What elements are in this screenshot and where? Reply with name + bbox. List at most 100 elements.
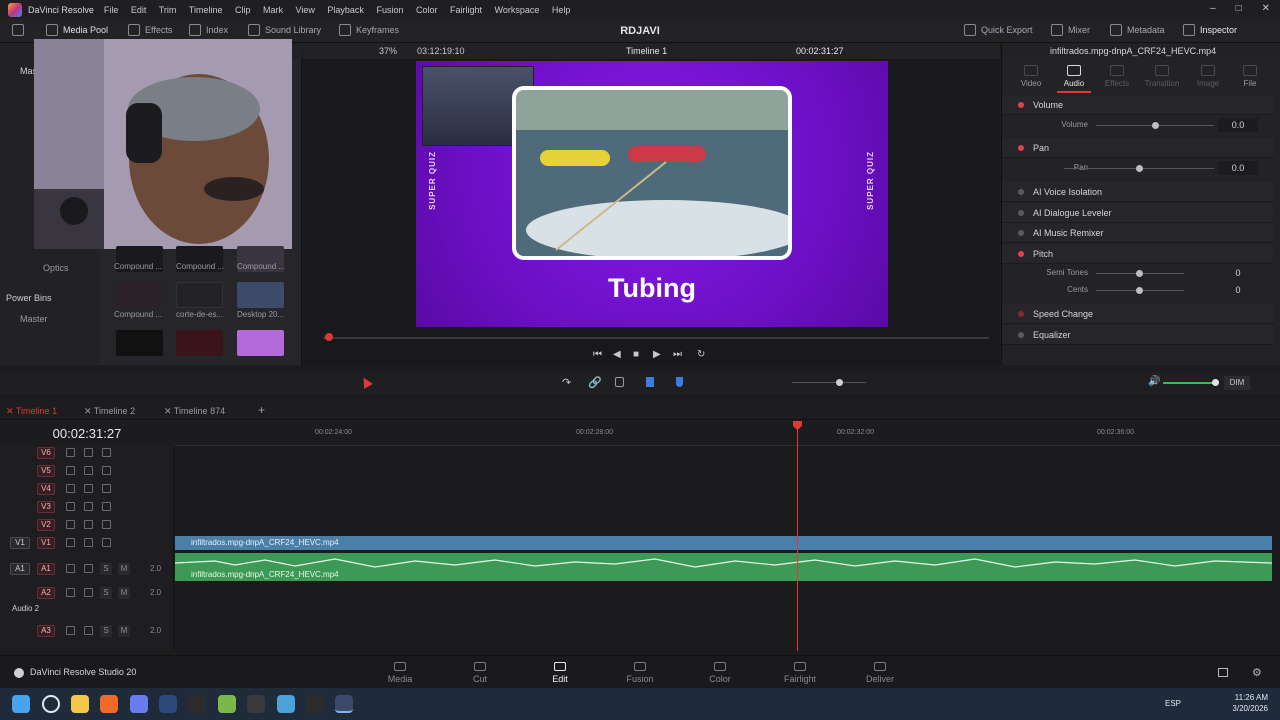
snapping-icon[interactable]: ↷ <box>562 376 571 389</box>
maximize-icon[interactable]: □ <box>1236 3 1242 14</box>
solo-button[interactable]: S <box>100 563 112 575</box>
marker-icon[interactable] <box>676 377 683 387</box>
semitones-value[interactable]: 0 <box>1218 266 1258 280</box>
menu-workspace[interactable]: Workspace <box>495 5 540 15</box>
menu-clip[interactable]: Clip <box>235 5 251 15</box>
auto-select-icon[interactable] <box>84 520 93 529</box>
page-color[interactable]: Color <box>680 658 760 688</box>
tab-transition[interactable]: Transition <box>1139 65 1185 88</box>
mute-button[interactable]: M <box>118 587 130 599</box>
track-name-v1[interactable]: V1 <box>37 537 55 549</box>
input-language[interactable]: ESP <box>1165 699 1181 708</box>
source-patch-a1[interactable]: A1 <box>10 563 30 575</box>
lock-track-icon[interactable] <box>66 502 75 511</box>
file-explorer-icon[interactable] <box>71 695 89 713</box>
stop-button[interactable]: ■ <box>633 349 639 360</box>
auto-select-icon[interactable] <box>84 466 93 475</box>
sound-library-button[interactable]: Sound Library <box>248 24 321 36</box>
track-name-a2[interactable]: A2 <box>37 587 55 599</box>
keyframes-button[interactable]: Keyframes <box>339 24 399 36</box>
volume-value[interactable]: 0.0 <box>1218 118 1258 132</box>
audio-clip-a1[interactable]: infiltrados.mpg-dnpA_CRF24_HEVC.mp4 <box>175 553 1272 581</box>
mute-button[interactable]: M <box>118 625 130 637</box>
menu-edit[interactable]: Edit <box>131 5 147 15</box>
xbox-app-icon[interactable] <box>218 695 236 713</box>
menu-help[interactable]: Help <box>552 5 571 15</box>
index-button[interactable]: Index <box>189 24 228 36</box>
solo-button[interactable]: S <box>100 625 112 637</box>
page-fairlight[interactable]: Fairlight <box>760 658 840 688</box>
track-name-a3[interactable]: A3 <box>37 625 55 637</box>
add-timeline-tab-button[interactable]: + <box>258 403 265 417</box>
dim-button[interactable]: DIM <box>1224 376 1250 390</box>
expand-panel-button[interactable] <box>12 24 24 36</box>
search-icon[interactable] <box>42 695 60 713</box>
master-volume-knob[interactable] <box>1212 379 1219 386</box>
solo-button[interactable]: S <box>100 587 112 599</box>
timeline-selector[interactable]: Timeline 1 <box>626 46 667 56</box>
viewer-scrubber[interactable] <box>323 333 989 341</box>
page-media[interactable]: Media <box>360 658 440 688</box>
auto-select-icon[interactable] <box>84 484 93 493</box>
lock-track-icon[interactable] <box>66 626 75 635</box>
mixer-button[interactable]: Mixer <box>1051 24 1090 36</box>
track-visibility-icon[interactable] <box>102 466 111 475</box>
obs-icon[interactable] <box>247 695 265 713</box>
loop-button[interactable]: ↻ <box>697 349 705 360</box>
tab-video[interactable]: Video <box>1008 65 1054 88</box>
audio-clip-thumbnail[interactable] <box>176 330 223 356</box>
media-pool-button[interactable]: Media Pool <box>46 24 108 36</box>
volume-enable-icon[interactable] <box>1018 102 1024 108</box>
timeline-ruler[interactable]: 00:02:24:00 00:02:28:00 00:02:32:00 00:0… <box>175 421 1280 446</box>
discord-icon[interactable] <box>130 695 148 713</box>
pan-slider-knob[interactable] <box>1135 165 1143 172</box>
tab-audio[interactable]: Audio <box>1051 65 1097 93</box>
track-visibility-icon[interactable] <box>102 448 111 457</box>
voice-isolation-section[interactable]: AI Voice Isolation <box>1002 182 1274 202</box>
track-name-v5[interactable]: V5 <box>37 465 55 477</box>
page-fusion[interactable]: Fusion <box>600 658 680 688</box>
page-deliver[interactable]: Deliver <box>840 658 920 688</box>
music-remixer-section[interactable]: AI Music Remixer <box>1002 223 1274 243</box>
play-reverse-button[interactable]: ◀ <box>613 349 621 360</box>
track-name-a1[interactable]: A1 <box>37 563 55 575</box>
track-name-v4[interactable]: V4 <box>37 483 55 495</box>
pan-section[interactable]: Pan <box>1002 138 1274 158</box>
auto-select-icon[interactable] <box>84 564 93 573</box>
davinci-resolve-taskbar-icon[interactable] <box>335 695 353 713</box>
track-visibility-icon[interactable] <box>102 502 111 511</box>
minimize-icon[interactable]: – <box>1210 3 1216 14</box>
dialogue-leveler-enable-icon[interactable] <box>1018 210 1024 216</box>
flag-icon[interactable] <box>646 377 654 387</box>
optics-label[interactable]: Optics <box>43 263 69 273</box>
lock-track-icon[interactable] <box>66 520 75 529</box>
track-name-v2[interactable]: V2 <box>37 519 55 531</box>
clip-thumbnail[interactable] <box>237 330 284 356</box>
track-visibility-icon[interactable] <box>102 484 111 493</box>
lock-icon[interactable] <box>615 377 624 387</box>
inspector-button[interactable]: Inspector <box>1183 24 1237 36</box>
pitch-enable-icon[interactable] <box>1018 251 1024 257</box>
go-to-end-button[interactable]: ⏭ <box>673 349 682 360</box>
link-icon[interactable]: 🔗 <box>588 376 602 389</box>
audio-clip-thumbnail[interactable] <box>116 330 163 356</box>
auto-select-icon[interactable] <box>84 448 93 457</box>
zoom-slider-knob[interactable] <box>836 379 843 386</box>
brave-browser-icon[interactable] <box>100 695 118 713</box>
lock-track-icon[interactable] <box>66 564 75 573</box>
play-button[interactable]: ▶ <box>653 349 661 360</box>
power-bins-master[interactable]: Master <box>20 314 48 324</box>
speed-change-enable-icon[interactable] <box>1018 311 1024 317</box>
steam-icon[interactable] <box>159 695 177 713</box>
menu-view[interactable]: View <box>296 5 315 15</box>
page-edit[interactable]: Edit <box>520 658 600 690</box>
effects-button[interactable]: Effects <box>128 24 172 36</box>
lock-track-icon[interactable] <box>66 484 75 493</box>
tab-file[interactable]: File <box>1227 65 1273 88</box>
menu-file[interactable]: File <box>104 5 119 15</box>
lock-track-icon[interactable] <box>66 466 75 475</box>
photos-icon[interactable] <box>277 695 295 713</box>
tab-image[interactable]: Image <box>1185 65 1231 88</box>
menu-color[interactable]: Color <box>416 5 438 15</box>
track-name-v3[interactable]: V3 <box>37 501 55 513</box>
